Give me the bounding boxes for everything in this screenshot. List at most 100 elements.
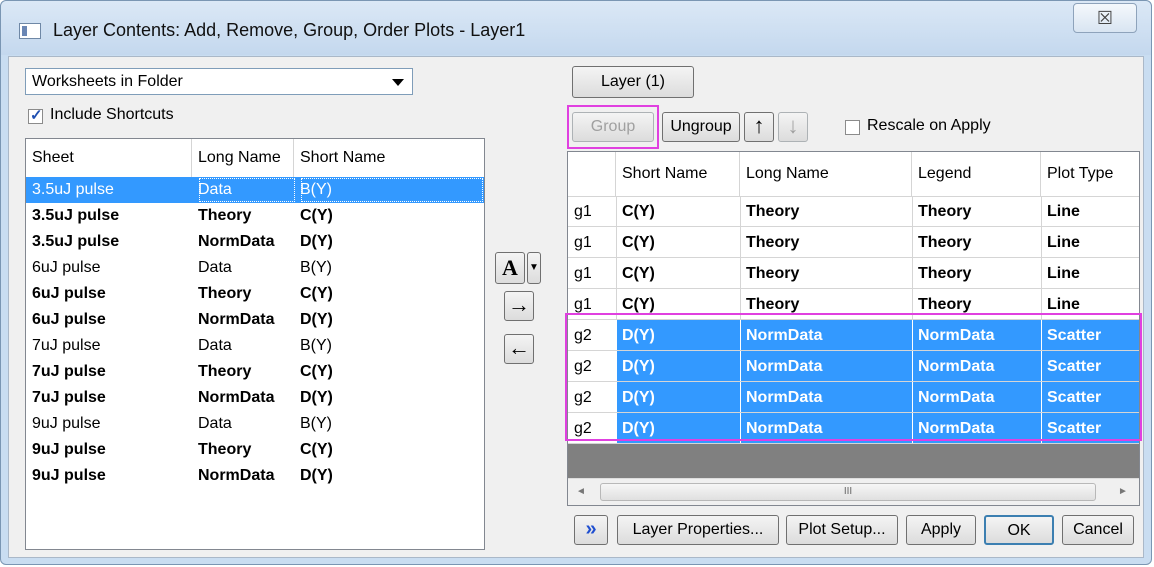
table-cell-long: Theory: [746, 265, 800, 282]
column-header-short-name[interactable]: Short Name: [294, 139, 484, 177]
table-cell-type: Line: [1047, 234, 1080, 251]
list-cell-sheet: 6uJ pulse: [32, 285, 106, 302]
list-cell-short: C(Y): [300, 363, 333, 380]
list-item[interactable]: 3.5uJ pulse Theory C(Y): [26, 203, 484, 229]
list-cell-long: Theory: [198, 207, 252, 224]
window-title: Layer Contents: Add, Remove, Group, Orde…: [53, 20, 526, 40]
list-item[interactable]: 9uJ pulse Data B(Y): [26, 411, 484, 437]
ungroup-button-label: Ungroup: [670, 118, 732, 135]
highlight-g2-rows: [565, 313, 1142, 441]
list-cell-long: Theory: [198, 285, 252, 302]
layer-button-label: Layer (1): [600, 73, 666, 90]
table-row[interactable]: g1 C(Y) Theory Theory Line: [568, 227, 1139, 258]
table-row[interactable]: g1 C(Y) Theory Theory Line: [568, 196, 1139, 227]
rescale-on-apply-label: Rescale on Apply: [867, 117, 991, 134]
list-cell-sheet: 7uJ pulse: [32, 337, 101, 354]
list-cell-long: Data: [198, 415, 232, 432]
table-cell-group: g1: [574, 203, 592, 220]
list-item[interactable]: 6uJ pulse NormData D(Y): [26, 307, 484, 333]
list-cell-long: Theory: [198, 441, 252, 458]
layer-properties-label: Layer Properties...: [632, 521, 764, 538]
table-cell-short: C(Y): [622, 265, 655, 282]
empty-list-area: [568, 444, 1139, 478]
cancel-button[interactable]: Cancel: [1062, 515, 1134, 545]
scroll-thumb[interactable]: III: [600, 483, 1096, 501]
grid-divider: [912, 196, 913, 227]
grid-divider: [912, 227, 913, 258]
scroll-right-icon[interactable]: ►: [1118, 486, 1128, 497]
move-down-button[interactable]: ↓: [778, 112, 808, 142]
list-cell-long: NormData: [198, 233, 275, 250]
list-item[interactable]: 6uJ pulse Data B(Y): [26, 255, 484, 281]
apply-label: Apply: [920, 521, 962, 538]
list-item[interactable]: 3.5uJ pulse NormData D(Y): [26, 229, 484, 255]
arrow-right-icon: →: [508, 292, 530, 317]
list-item[interactable]: 6uJ pulse Theory C(Y): [26, 281, 484, 307]
column-header-legend[interactable]: Legend: [912, 152, 1041, 196]
grid-divider: [1041, 196, 1042, 227]
rescale-on-apply-checkbox[interactable]: [845, 120, 860, 135]
list-cell-short: C(Y): [300, 207, 333, 224]
scroll-left-icon[interactable]: ◄: [576, 486, 586, 497]
list-item[interactable]: 7uJ pulse NormData D(Y): [26, 385, 484, 411]
close-icon: ☒: [1096, 8, 1114, 28]
arrow-left-icon: ←: [508, 335, 530, 360]
expand-button[interactable]: »: [574, 515, 608, 545]
list-cell-short: B(Y): [300, 337, 332, 354]
column-header-plot-type[interactable]: Plot Type: [1041, 152, 1139, 196]
arrow-up-icon: ↑: [753, 113, 765, 138]
column-header-group: [568, 152, 616, 196]
list-cell-long: NormData: [198, 389, 275, 406]
list-cell-long: NormData: [198, 311, 275, 328]
column-header-long-name[interactable]: Long Name: [740, 152, 912, 196]
layer-properties-button[interactable]: Layer Properties...: [617, 515, 779, 545]
layer-button[interactable]: Layer (1): [572, 66, 694, 98]
ungroup-button[interactable]: Ungroup: [662, 112, 740, 142]
grid-divider: [1041, 227, 1042, 258]
table-row[interactable]: g1 C(Y) Theory Theory Line: [568, 258, 1139, 289]
list-cell-long: Data: [198, 337, 232, 354]
table-cell-type: Line: [1047, 203, 1080, 220]
list-cell-long: Data: [198, 259, 232, 276]
ok-button[interactable]: OK: [984, 515, 1054, 545]
apply-button[interactable]: Apply: [906, 515, 976, 545]
font-dropdown-button[interactable]: ▼: [527, 252, 541, 284]
list-item[interactable]: 7uJ pulse Theory C(Y): [26, 359, 484, 385]
close-button[interactable]: ☒: [1073, 3, 1137, 33]
column-header-short-name[interactable]: Short Name: [616, 152, 740, 196]
grid-divider: [1041, 258, 1042, 289]
list-cell-sheet: 7uJ pulse: [32, 389, 106, 406]
group-button[interactable]: Group: [572, 112, 654, 142]
table-cell-legend: Theory: [918, 265, 972, 282]
list-cell-short: B(Y): [300, 177, 484, 203]
list-cell-sheet: 9uJ pulse: [32, 415, 101, 432]
grid-divider: [740, 258, 741, 289]
list-item[interactable]: 9uJ pulse NormData D(Y): [26, 463, 484, 489]
remove-plot-button[interactable]: ←: [504, 334, 534, 364]
source-dropdown[interactable]: Worksheets in Folder: [25, 68, 413, 95]
worksheet-column-list[interactable]: Sheet Long Name Short Name 3.5uJ pulse Da…: [25, 138, 485, 550]
list-cell-short: D(Y): [300, 467, 333, 484]
table-cell-group: g1: [574, 234, 592, 251]
grid-divider: [616, 196, 617, 227]
grid-divider: [616, 227, 617, 258]
source-dropdown-value: Worksheets in Folder: [32, 73, 183, 90]
grid-divider: [740, 227, 741, 258]
plot-setup-button[interactable]: Plot Setup...: [786, 515, 898, 545]
table-cell-long: Theory: [746, 203, 800, 220]
add-plot-button[interactable]: →: [504, 291, 534, 321]
include-shortcuts-label: Include Shortcuts: [50, 106, 174, 123]
grid-divider: [616, 258, 617, 289]
list-item[interactable]: 7uJ pulse Data B(Y): [26, 333, 484, 359]
column-header-sheet[interactable]: Sheet: [26, 139, 192, 177]
move-up-button[interactable]: ↑: [744, 112, 774, 142]
list-item[interactable]: 9uJ pulse Theory C(Y): [26, 437, 484, 463]
font-button[interactable]: A: [495, 252, 525, 284]
list-header: Sheet Long Name Short Name: [26, 139, 484, 178]
list-cell-short: C(Y): [300, 441, 333, 458]
chevron-down-icon: [392, 79, 404, 86]
column-header-long-name[interactable]: Long Name: [192, 139, 294, 177]
list-item[interactable]: 3.5uJ pulse Data B(Y): [26, 177, 484, 203]
horizontal-scrollbar[interactable]: ◄ III ►: [568, 478, 1139, 505]
include-shortcuts-checkbox[interactable]: [28, 106, 43, 124]
